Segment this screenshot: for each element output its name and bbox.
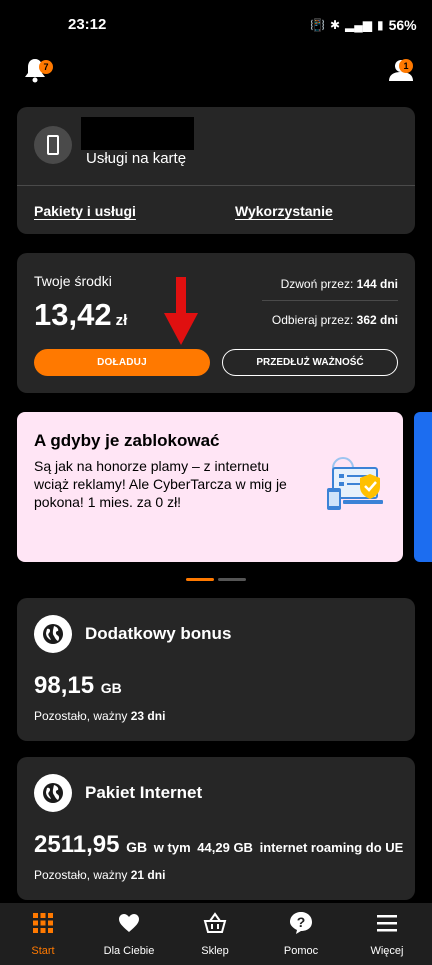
plan-name: Usługi na kartę (86, 150, 187, 167)
packages-services-link[interactable]: Pakiety i usługi (34, 203, 136, 219)
nav-label: Więcej (370, 945, 404, 957)
carousel-indicator-active[interactable] (186, 578, 214, 581)
phone-icon (34, 126, 72, 164)
svg-text:?: ? (297, 914, 306, 930)
nav-label: Pomoc (283, 945, 319, 957)
battery-percent: 56% (388, 17, 417, 33)
package-validity-label: Pozostało, ważny (34, 709, 128, 723)
balance-amount: 13,42 zł (34, 297, 127, 333)
basket-icon (203, 912, 227, 933)
globe-icon (34, 774, 72, 812)
grid-icon (33, 913, 53, 933)
package-extra-prefix: w tym (153, 840, 191, 855)
balance-currency: zł (115, 312, 128, 329)
profile-badge: 1 (399, 59, 413, 73)
package-amount-unit: GB (100, 680, 122, 696)
nav-for-you[interactable]: Dla Ciebie (86, 903, 172, 965)
usage-link[interactable]: Wykorzystanie (235, 203, 333, 219)
call-validity-value: 144 dni (356, 277, 398, 291)
package-validity-label: Pozostało, ważny (34, 868, 128, 882)
balance-card: Twoje środki 13,42 zł Dzwoń przez: 144 dn… (17, 253, 415, 393)
bottom-nav: Start Dla Ciebie Sklep ? Pomoc Więcej (0, 903, 432, 965)
balance-value: 13,42 (34, 297, 112, 332)
package-extra-suffix: internet roaming do UE (259, 840, 404, 855)
topup-button[interactable]: DOŁADUJ (34, 349, 210, 376)
package-title: Dodatkowy bonus (85, 624, 232, 643)
call-validity: Dzwoń przez: 144 dni (281, 277, 398, 291)
nav-label: Dla Ciebie (103, 945, 155, 957)
package-card[interactable]: Pakiet Internet 2511,95 GB w tym 44,29 G… (17, 757, 415, 900)
carousel-indicator[interactable] (218, 578, 246, 581)
nav-label: Sklep (201, 945, 229, 957)
notifications-button[interactable]: 7 (23, 55, 55, 85)
package-amount: 2511,95 GB w tym 44,29 GB internet roami… (34, 831, 403, 859)
notifications-badge: 7 (39, 60, 53, 74)
nav-label: Start (31, 945, 55, 957)
status-time: 23:12 (68, 16, 107, 33)
nav-shop[interactable]: Sklep (172, 903, 258, 965)
profile-button[interactable]: 1 (385, 55, 419, 85)
divider (262, 300, 398, 301)
promo-text: Są jak na honorze plamy – z internetu wc… (34, 458, 287, 510)
divider (17, 185, 415, 186)
promo-title: A gdyby je zablokować (34, 431, 220, 450)
package-amount-unit: GB (126, 839, 148, 855)
question-icon: ? (290, 912, 312, 934)
receive-validity: Odbieraj przez: 362 dni (272, 313, 398, 327)
package-extra-value: 44,29 GB (197, 840, 253, 855)
package-title: Pakiet Internet (85, 783, 203, 802)
vibrate-icon: 📳 (310, 18, 325, 32)
next-banner-peek[interactable] (414, 412, 432, 562)
package-validity: Pozostało, ważny 21 dni (34, 868, 165, 882)
balance-label: Twoje środki (34, 273, 112, 289)
menu-icon (377, 915, 397, 932)
globe-icon (34, 615, 72, 653)
status-icons: 📳 ✱ ▂▄▆ ▮ 56% (310, 17, 417, 33)
signal-icon: ▂▄▆ (345, 18, 372, 32)
heart-icon (119, 914, 139, 932)
package-amount: 98,15 GB (34, 672, 122, 700)
package-amount-value: 2511,95 (34, 831, 120, 858)
nav-more[interactable]: Więcej (344, 903, 430, 965)
red-arrow-annotation (164, 277, 198, 345)
extend-validity-button[interactable]: PRZEDŁUŻ WAŻNOŚĆ (222, 349, 398, 376)
redacted-number (81, 117, 194, 150)
package-validity-value: 21 dni (130, 868, 166, 882)
package-validity: Pozostało, ważny 23 dni (34, 709, 165, 723)
receive-validity-label: Odbieraj przez: (271, 313, 354, 327)
shield-icon (327, 457, 383, 510)
nav-start[interactable]: Start (0, 903, 86, 965)
package-amount-value: 98,15 (34, 672, 95, 699)
package-card[interactable]: Dodatkowy bonus 98,15 GB Pozostało, ważn… (17, 598, 415, 741)
promo-banner[interactable]: A gdyby je zablokować Są jak na honorze … (17, 412, 403, 562)
package-validity-value: 23 dni (130, 709, 166, 723)
receive-validity-value: 362 dni (356, 313, 398, 327)
bluetooth-icon: ✱ (329, 18, 341, 32)
battery-icon: ▮ (376, 18, 384, 32)
call-validity-label: Dzwoń przez: (280, 277, 354, 291)
account-card: Usługi na kartę Pakiety i usługi Wykorzy… (17, 107, 415, 234)
nav-help[interactable]: ? Pomoc (258, 903, 344, 965)
